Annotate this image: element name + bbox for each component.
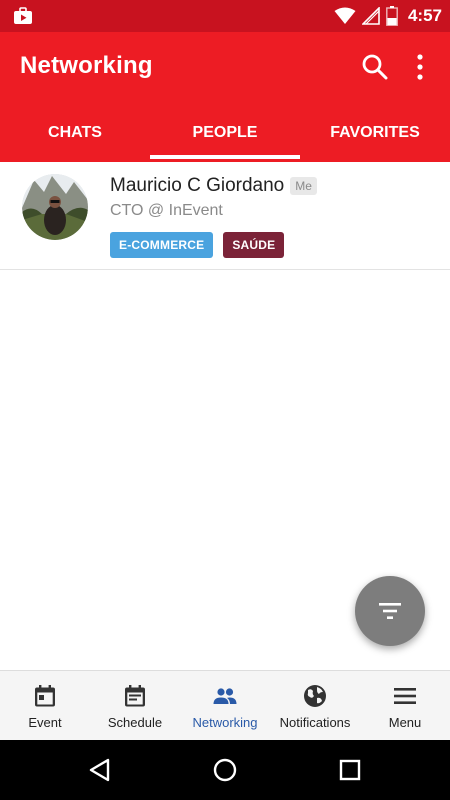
- more-vert-icon[interactable]: [408, 52, 432, 82]
- nav-networking[interactable]: Networking: [180, 671, 270, 741]
- status-icons: 4:57: [334, 0, 442, 32]
- hamburger-menu-icon: [394, 688, 416, 704]
- system-navigation-bar: [0, 740, 450, 800]
- tag-list: E-COMMERCE SAÚDE: [110, 232, 285, 258]
- briefcase-play-icon: [14, 7, 32, 24]
- tab-indicator: [150, 155, 300, 159]
- person-name: Mauricio C Giordano: [110, 175, 285, 196]
- me-badge: Me: [290, 177, 317, 195]
- nav-event[interactable]: Event: [0, 671, 90, 741]
- list-item[interactable]: Mauricio C Giordano Me CTO @ InEvent E-C…: [0, 162, 450, 270]
- home-icon[interactable]: [212, 757, 238, 783]
- filter-button[interactable]: [355, 576, 425, 646]
- clock: 4:57: [407, 6, 442, 25]
- schedule-icon: [125, 685, 145, 707]
- app-bar: Networking: [0, 32, 450, 104]
- cell-signal-icon: [361, 7, 380, 25]
- bottom-navigation: Event Schedule Networking Notifications: [0, 670, 450, 741]
- tab-bar: CHATS PEOPLE FAVORITES: [0, 104, 450, 162]
- page-title: Networking: [20, 52, 153, 79]
- filter-icon: [379, 603, 401, 619]
- battery-icon: [386, 6, 398, 26]
- tab-favorites[interactable]: FAVORITES: [300, 104, 450, 162]
- status-bar: 4:57: [0, 0, 450, 32]
- tab-people[interactable]: PEOPLE: [150, 104, 300, 162]
- nav-menu[interactable]: Menu: [360, 671, 450, 741]
- tag-e-commerce: E-COMMERCE: [110, 232, 214, 258]
- people-icon: [213, 688, 237, 704]
- globe-icon: [304, 685, 326, 707]
- recents-icon[interactable]: [337, 757, 363, 783]
- person-role: CTO @ InEvent: [110, 202, 223, 219]
- back-icon[interactable]: [87, 757, 113, 783]
- tab-chats[interactable]: CHATS: [0, 104, 150, 162]
- avatar: [22, 174, 88, 240]
- search-icon[interactable]: [360, 52, 390, 82]
- nav-notifications[interactable]: Notifications: [270, 671, 360, 741]
- tag-saude: SAÚDE: [223, 232, 285, 258]
- wifi-icon: [334, 7, 356, 24]
- nav-schedule[interactable]: Schedule: [90, 671, 180, 741]
- calendar-icon: [35, 685, 55, 707]
